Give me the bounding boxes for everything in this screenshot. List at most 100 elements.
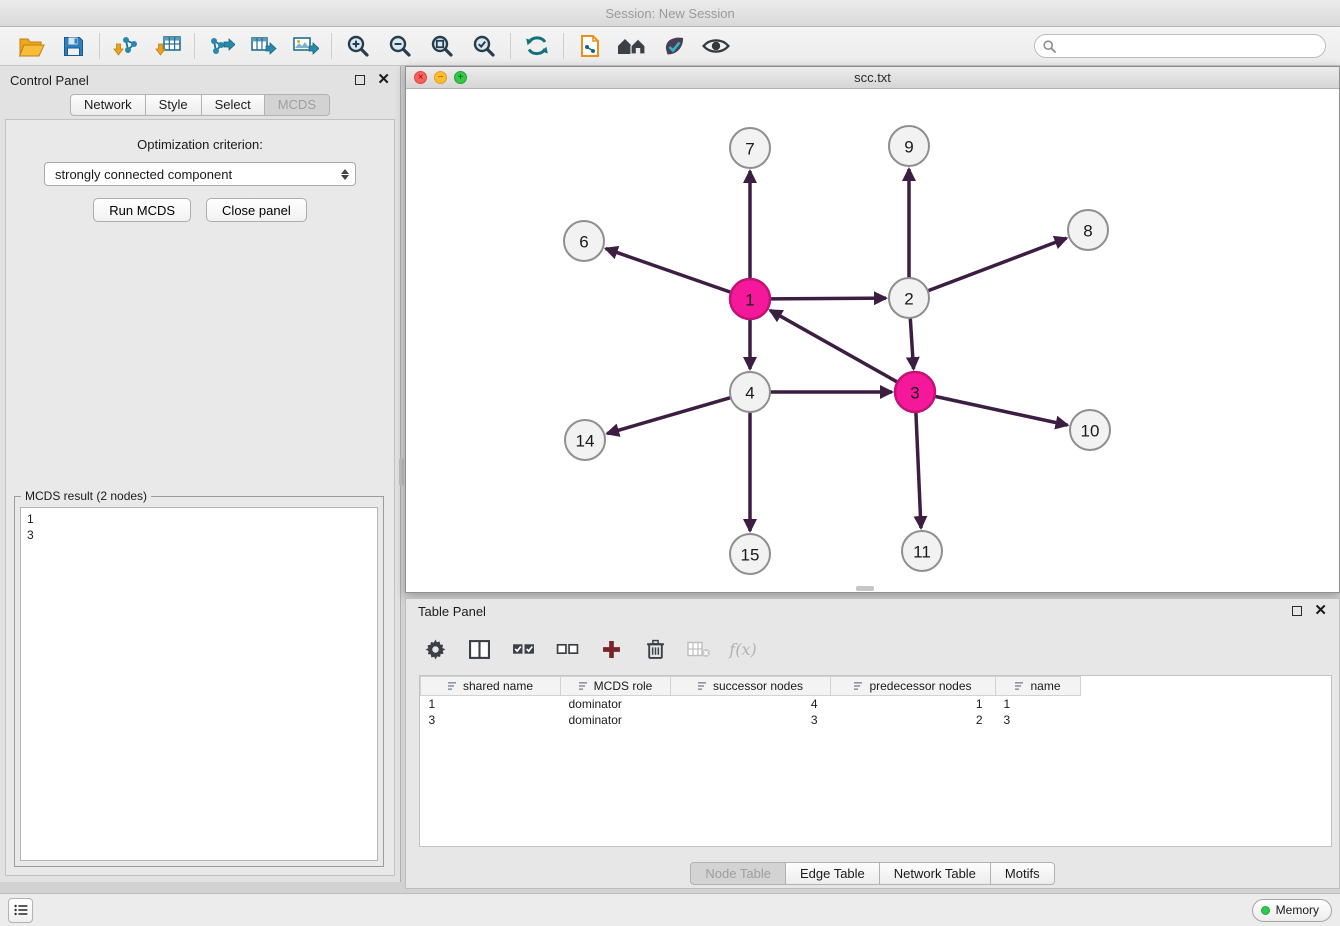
canvas-scrollbar-thumb[interactable] (856, 586, 874, 591)
cell-name[interactable]: 1 (996, 696, 1081, 712)
network-window-titlebar[interactable]: × − + scc.txt (406, 67, 1339, 89)
table-row[interactable]: 1dominator411 (421, 696, 1081, 712)
edge-3-11[interactable] (916, 412, 921, 528)
edge-1-2[interactable] (770, 298, 886, 299)
search-field[interactable] (1034, 34, 1326, 58)
cell-predecessor_nodes[interactable]: 1 (831, 696, 996, 712)
tab-network[interactable]: Network (70, 94, 146, 116)
mcds-result-group-title: MCDS result (2 nodes) (21, 489, 151, 503)
edge-2-3[interactable] (910, 318, 913, 369)
export-image-button[interactable] (284, 30, 326, 62)
edge-1-6[interactable] (606, 249, 731, 293)
network-document-icon (579, 34, 601, 58)
function-builder-button[interactable]: f(x) (730, 636, 756, 662)
window-zoom-icon[interactable]: + (454, 71, 467, 84)
tab-motifs[interactable]: Motifs (990, 862, 1055, 885)
open-file-icon (18, 35, 45, 58)
zoom-out-button[interactable] (379, 30, 421, 62)
show-columns-button[interactable] (466, 636, 492, 662)
table-panel: Table Panel ✕ (405, 598, 1340, 889)
table-panel-header: Table Panel ✕ (406, 599, 1339, 623)
tab-select[interactable]: Select (201, 94, 265, 116)
window-minimize-icon[interactable]: − (434, 71, 447, 84)
cell-shared_name[interactable]: 1 (421, 696, 561, 712)
export-table-button[interactable] (242, 30, 284, 62)
import-network-button[interactable] (105, 30, 147, 62)
open-file-button[interactable] (10, 30, 52, 62)
node-label-9: 9 (904, 138, 913, 157)
column-header-mcds-role[interactable]: MCDS role (561, 677, 671, 696)
cell-successor_nodes[interactable]: 4 (671, 696, 831, 712)
optimization-criterion-select[interactable]: strongly connected component (44, 162, 356, 186)
mcds-result-group: MCDS result (2 nodes) 1 3 (14, 496, 384, 867)
table-panel-tabs: Node Table Edge Table Network Table Moti… (406, 862, 1339, 885)
tab-mcds[interactable]: MCDS (264, 94, 330, 116)
save-session-icon (62, 35, 85, 58)
network-canvas[interactable]: 7968124314101511 (406, 89, 1339, 592)
float-table-panel-icon[interactable] (1292, 606, 1302, 616)
zoom-selected-button[interactable] (463, 30, 505, 62)
close-panel-button[interactable]: Close panel (206, 198, 307, 222)
float-panel-icon[interactable] (355, 75, 365, 85)
workspace: Control Panel ✕ Network Style Select MCD… (0, 66, 1340, 893)
window-titlebar[interactable]: Session: New Session (0, 0, 1340, 27)
cell-successor_nodes[interactable]: 3 (671, 712, 831, 728)
apply-style-button[interactable] (653, 30, 695, 62)
zoom-in-button[interactable] (337, 30, 379, 62)
edge-4-14[interactable] (607, 398, 731, 434)
import-table-button[interactable] (147, 30, 189, 62)
cell-mcds_role[interactable]: dominator (561, 696, 671, 712)
unselect-all-columns-button[interactable] (554, 636, 580, 662)
node-table-container: shared name MCDS role successor nodes pr… (419, 675, 1332, 847)
apply-layout-button[interactable] (516, 30, 558, 62)
select-all-columns-button[interactable] (510, 636, 536, 662)
cell-mcds_role[interactable]: dominator (561, 712, 671, 728)
edge-3-1[interactable] (770, 310, 898, 382)
mcds-result-text[interactable]: 1 3 (20, 507, 378, 861)
node-label-7: 7 (745, 140, 754, 159)
export-network-icon (208, 34, 235, 58)
table-row[interactable]: 3dominator323 (421, 712, 1081, 728)
column-header-shared-name[interactable]: shared name (421, 677, 561, 696)
trash-icon (646, 639, 665, 660)
tab-edge-table[interactable]: Edge Table (785, 862, 880, 885)
dropdown-stepper-icon (341, 169, 349, 180)
delete-table-button[interactable] (686, 636, 712, 662)
column-header-name[interactable]: name (996, 677, 1081, 696)
cell-predecessor_nodes[interactable]: 2 (831, 712, 996, 728)
create-column-button[interactable] (598, 636, 624, 662)
save-session-button[interactable] (52, 30, 94, 62)
export-network-button[interactable] (200, 30, 242, 62)
column-settings-button[interactable] (422, 636, 448, 662)
sort-icon (448, 681, 458, 691)
open-network-document-button[interactable] (569, 30, 611, 62)
zoom-fit-button[interactable] (421, 30, 463, 62)
import-network-icon (113, 34, 140, 58)
search-input[interactable] (1061, 39, 1317, 53)
import-table-icon (155, 34, 182, 58)
window-close-icon[interactable]: × (414, 71, 427, 84)
memory-button[interactable]: Memory (1252, 899, 1332, 922)
zoom-selected-icon (472, 34, 496, 58)
edge-2-8[interactable] (928, 238, 1067, 291)
panel-splitter-handle[interactable] (399, 458, 404, 486)
tab-node-table[interactable]: Node Table (690, 862, 786, 885)
edge-3-10[interactable] (935, 396, 1068, 425)
close-panel-icon[interactable]: ✕ (377, 75, 390, 85)
close-table-panel-icon[interactable]: ✕ (1314, 606, 1327, 616)
delete-columns-button[interactable] (642, 636, 668, 662)
column-header-successor-nodes[interactable]: successor nodes (671, 677, 831, 696)
home-views-button[interactable] (611, 30, 653, 62)
cell-name[interactable]: 3 (996, 712, 1081, 728)
tab-style[interactable]: Style (145, 94, 202, 116)
panel-menu-button[interactable] (8, 898, 33, 923)
tab-network-table[interactable]: Network Table (879, 862, 991, 885)
list-icon (14, 904, 28, 916)
cell-shared_name[interactable]: 3 (421, 712, 561, 728)
show-graphics-details-button[interactable] (695, 30, 737, 62)
checked-boxes-icon (512, 642, 535, 657)
network-window-title: scc.txt (854, 70, 891, 85)
run-mcds-button[interactable]: Run MCDS (93, 198, 191, 222)
column-header-predecessor-nodes[interactable]: predecessor nodes (831, 677, 996, 696)
network-view-window: × − + scc.txt 7968124314101511 (405, 66, 1340, 593)
